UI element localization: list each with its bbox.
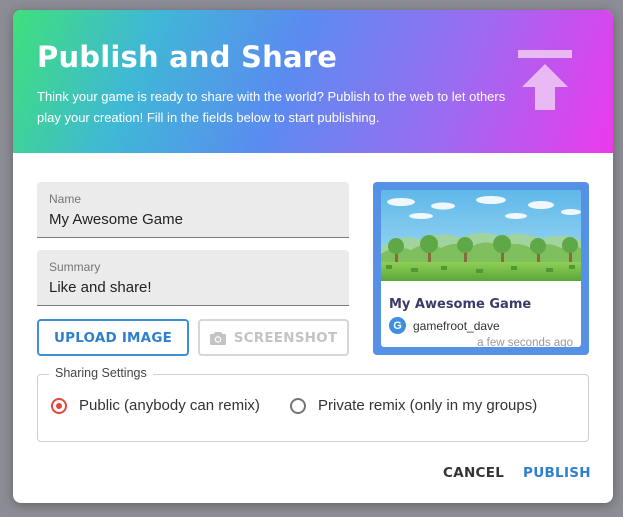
dialog-title: Publish and Share	[37, 40, 338, 74]
summary-input[interactable]	[49, 279, 329, 296]
name-input[interactable]	[49, 211, 329, 228]
radio-private-circle[interactable]	[290, 397, 306, 414]
sharing-settings-legend: Sharing Settings	[49, 366, 153, 380]
radio-public-circle[interactable]	[51, 397, 67, 414]
card-game-title: My Awesome Game	[389, 297, 532, 312]
name-field-label: Name	[49, 192, 82, 206]
cancel-button[interactable]: CANCEL	[443, 465, 504, 481]
card-author-name: gamefroot_dave	[413, 319, 500, 333]
publish-upload-icon	[518, 50, 572, 110]
screenshot-button[interactable]: SCREENSHOT	[198, 319, 349, 356]
game-preview-card[interactable]: My Awesome Game G gamefroot_dave a few s…	[381, 190, 581, 347]
game-preview-frame: My Awesome Game G gamefroot_dave a few s…	[373, 182, 589, 355]
name-field[interactable]: Name	[37, 182, 349, 238]
radio-private[interactable]: Private remix (only in my groups)	[290, 397, 537, 414]
radio-public-label: Public (anybody can remix)	[79, 397, 260, 414]
card-timestamp: a few seconds ago	[477, 337, 573, 347]
publish-dialog: Publish and Share Think your game is rea…	[13, 10, 613, 503]
radio-private-label: Private remix (only in my groups)	[318, 397, 538, 414]
sharing-settings: Sharing Settings Public (anybody can rem…	[37, 366, 589, 442]
summary-field-label: Summary	[49, 260, 101, 274]
game-thumbnail	[381, 190, 581, 281]
upload-image-button[interactable]: UPLOAD IMAGE	[37, 319, 189, 356]
upload-image-label: UPLOAD IMAGE	[53, 329, 173, 346]
radio-public[interactable]: Public (anybody can remix)	[51, 397, 260, 414]
camera-icon	[209, 331, 226, 345]
dialog-description: Think your game is ready to share with t…	[37, 89, 506, 125]
publish-button[interactable]: PUBLISH	[523, 465, 591, 481]
author-avatar: G	[389, 317, 406, 334]
dialog-header: Publish and Share Think your game is rea…	[13, 10, 613, 153]
summary-field[interactable]: Summary	[37, 250, 349, 306]
screenshot-label: SCREENSHOT	[233, 329, 338, 346]
